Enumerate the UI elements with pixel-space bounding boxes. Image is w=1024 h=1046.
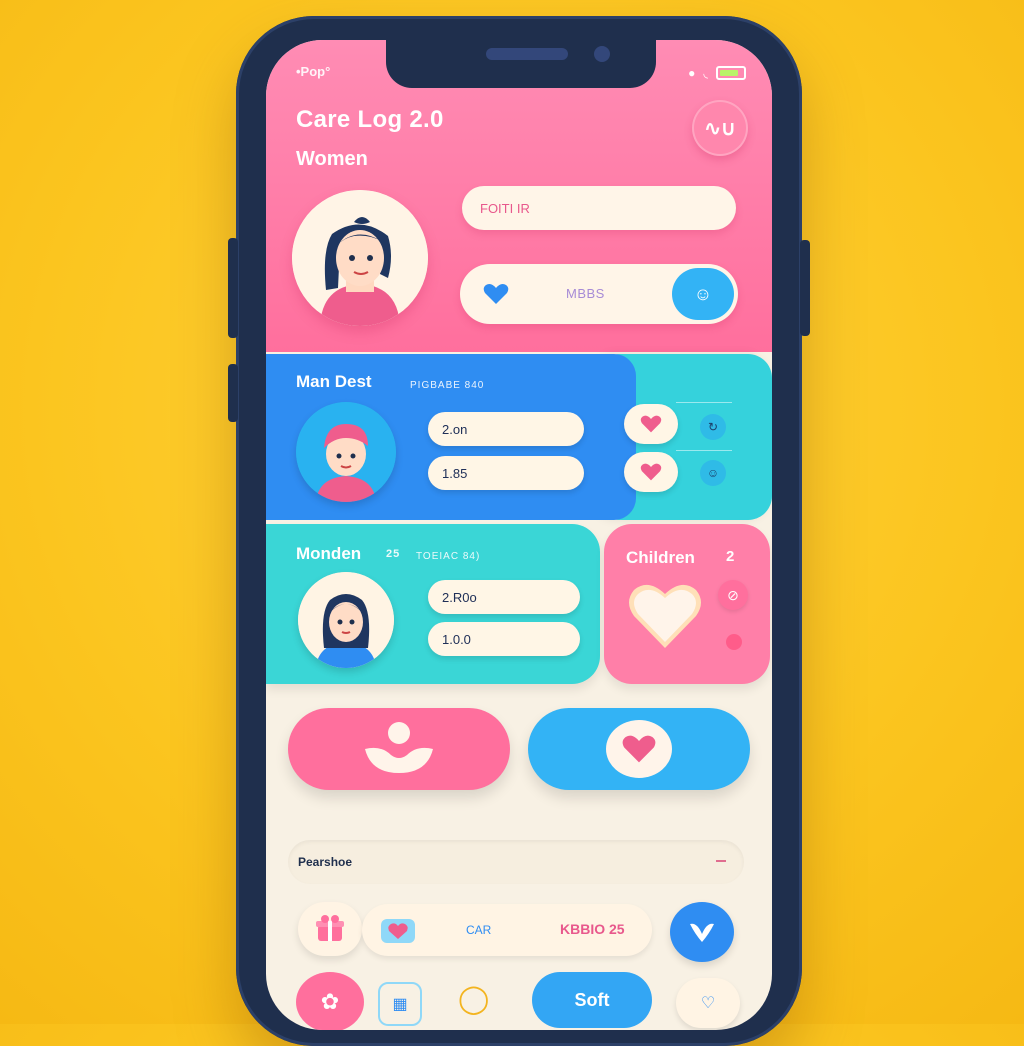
app-title: Care Log 2.0 [296, 106, 444, 133]
heart-icon [640, 463, 662, 481]
ring-icon[interactable]: ◯ [458, 982, 489, 1015]
like-button[interactable] [624, 452, 678, 492]
battery-icon [716, 66, 746, 80]
refresh-icon[interactable]: ↻ [700, 414, 726, 440]
search-bar[interactable]: Pearshoe [288, 840, 744, 884]
favorite-button[interactable] [528, 708, 750, 790]
children-card-title: Children [626, 548, 695, 567]
calendar-icon[interactable]: ▦ [378, 982, 422, 1026]
heart-card-icon [380, 918, 416, 949]
wifi-icon: ◟ [703, 66, 708, 80]
like-button[interactable] [624, 404, 678, 444]
name-input[interactable]: FOITI IR [462, 186, 736, 230]
smile-icon[interactable]: ☺ [700, 460, 726, 486]
chat-icon[interactable]: ♡ [676, 978, 740, 1028]
dot-icon [726, 634, 742, 650]
divider [676, 402, 732, 403]
heart-icon [626, 578, 704, 657]
gift-icon [316, 915, 344, 941]
women-card-count: 25 [386, 548, 401, 560]
man-value-2[interactable]: 1.85 [428, 456, 584, 490]
gift-button[interactable] [298, 902, 362, 956]
search-label: Pearshoe [298, 855, 353, 869]
power-button [800, 240, 810, 336]
status-icons: ● ◟ [688, 66, 746, 80]
divider [676, 450, 732, 451]
like-fab[interactable] [670, 902, 734, 962]
heart-icon [482, 282, 510, 311]
flower-button[interactable]: ✿ [296, 972, 364, 1030]
man-card-title: Man Dest [296, 372, 372, 391]
smile-icon: ∿∪ [704, 117, 736, 140]
children-card-count: 2 [726, 548, 735, 565]
phone-notch [386, 36, 656, 88]
woman-avatar [292, 190, 428, 326]
phone-speaker [486, 48, 568, 60]
signal-icon: ● [688, 66, 696, 80]
mood-selector[interactable]: MBBS ☺ [460, 264, 738, 324]
car-label: CAR [466, 923, 492, 937]
page-subtitle: Women [296, 148, 368, 170]
man-card-sub: PIGBABE 840 [410, 380, 485, 391]
side-button [228, 364, 238, 422]
soft-button[interactable]: Soft [532, 972, 652, 1028]
person-icon [365, 722, 433, 773]
heart-icon [606, 720, 672, 778]
women-card-title: Monden [296, 544, 362, 563]
man-avatar [296, 402, 396, 502]
side-button [228, 238, 238, 338]
man-value-1[interactable]: 2.on [428, 412, 584, 446]
women-value-2[interactable]: 1.0.0 [428, 622, 580, 656]
mood-label: MBBS [566, 286, 605, 301]
status-text: •Pop° [296, 64, 331, 79]
minus-icon[interactable] [716, 860, 726, 862]
info-icon[interactable]: ⊘ [718, 580, 748, 610]
smile-icon: ☺ [693, 283, 713, 304]
heart-icon [640, 415, 662, 433]
add-care-button[interactable] [288, 708, 510, 790]
flower-icon: ✿ [320, 989, 340, 1014]
phone-camera [594, 46, 610, 62]
women-value-1[interactable]: 2.R0o [428, 580, 580, 614]
app-screen: •Pop° ● ◟ Care Log 2.0 Women ∿∪ FOITI IR… [266, 40, 772, 1030]
kb-label: KBBIO 25 [560, 921, 625, 937]
mood-action-button[interactable]: ☺ [672, 268, 734, 320]
category-pill[interactable]: CAR KBBIO 25 [362, 904, 652, 956]
bird-icon [690, 923, 714, 942]
women-card-sub: TOEIAC 84) [416, 551, 481, 562]
profile-button[interactable]: ∿∪ [692, 100, 748, 156]
woman-avatar [298, 572, 394, 668]
